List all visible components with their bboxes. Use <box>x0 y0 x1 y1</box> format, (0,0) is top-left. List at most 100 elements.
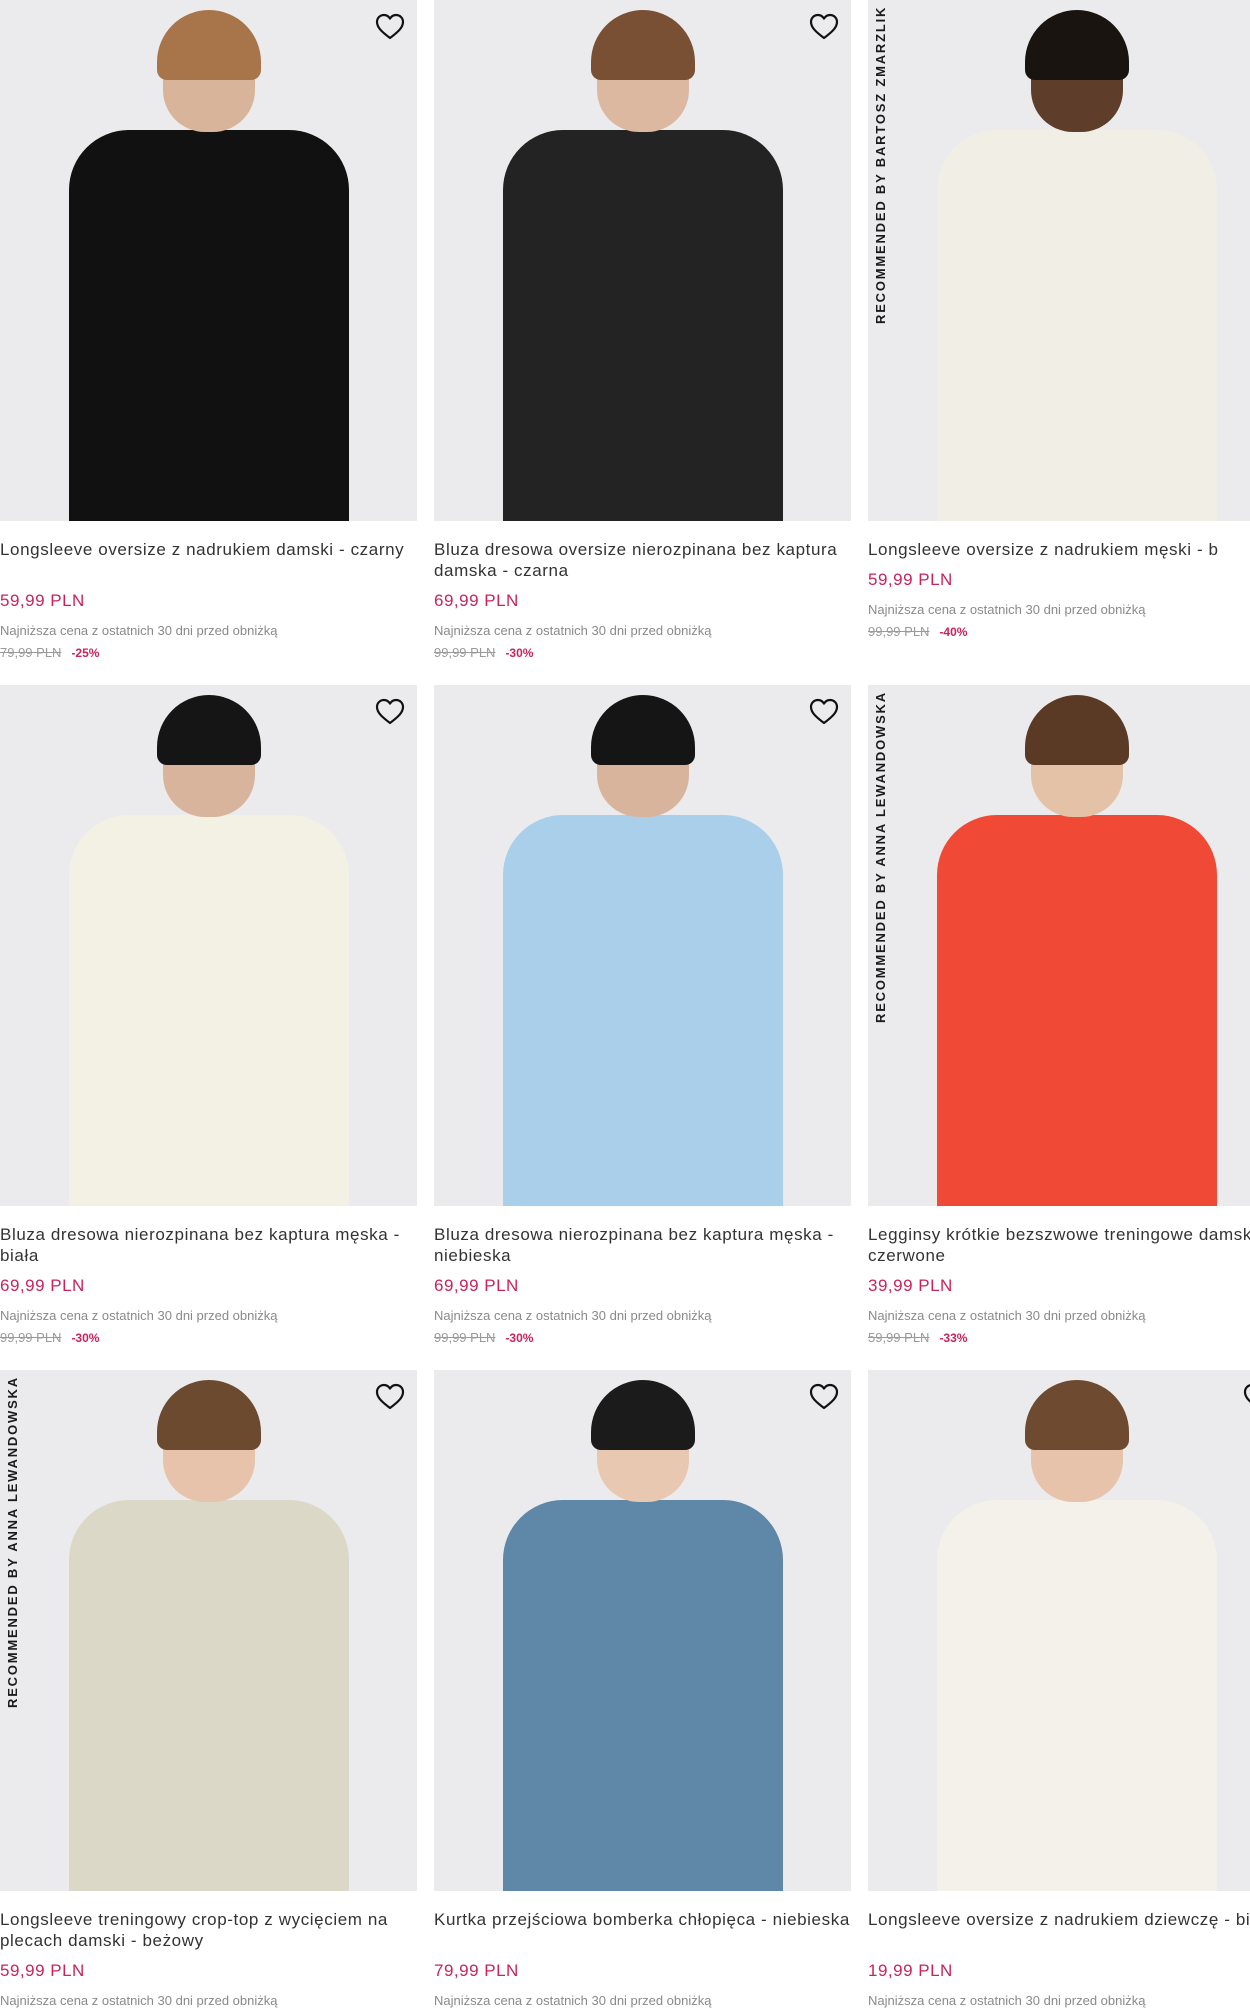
product-info: Bluza dresowa nierozpinana bez kaptura m… <box>0 1206 417 1346</box>
lowest-price-label: Najniższa cena z ostatnich 30 dni przed … <box>0 1993 278 2008</box>
recommended-badge: RECOMMENDED BY ANNA LEWANDOWSKA <box>5 1376 20 1708</box>
model-hair <box>1024 10 1129 80</box>
product-image[interactable] <box>0 685 417 1206</box>
product-name[interactable]: Longsleeve oversize z nadrukiem dziewczę… <box>868 1909 1250 1951</box>
recommended-badge: RECOMMENDED BY ANNA LEWANDOWSKA <box>873 691 888 1023</box>
product-card[interactable]: RECOMMENDED BY BARTOSZ ZMARZLIK Longslee… <box>868 0 1250 685</box>
discount-badge: -30% <box>505 646 534 660</box>
heart-icon[interactable] <box>1241 1380 1250 1414</box>
product-name[interactable]: Longsleeve oversize z nadrukiem damski -… <box>0 539 417 581</box>
product-info: Kurtka przejściowa bomberka chłopięca - … <box>434 1891 851 2014</box>
product-info: Legginsy krótkie bezszwowe treningowe da… <box>868 1206 1250 1346</box>
product-image[interactable]: RECOMMENDED BY ANNA LEWANDOWSKA <box>0 1370 417 1891</box>
product-garment <box>502 1500 783 1891</box>
lowest-price-label: Najniższa cena z ostatnich 30 dni przed … <box>0 623 278 638</box>
product-info: Longsleeve oversize z nadrukiem dziewczę… <box>868 1891 1250 2014</box>
old-price: 99,99 PLN <box>868 624 930 639</box>
heart-icon[interactable] <box>373 1380 407 1414</box>
product-garment <box>68 1500 349 1891</box>
heart-icon[interactable] <box>373 695 407 729</box>
model-hair <box>590 1380 695 1450</box>
product-card[interactable]: Bluza dresowa oversize nierozpinana bez … <box>434 0 851 685</box>
product-garment <box>68 130 349 521</box>
product-card[interactable]: Kurtka przejściowa bomberka chłopięca - … <box>434 1370 851 2014</box>
product-garment <box>502 130 783 521</box>
old-price: 99,99 PLN <box>0 1330 62 1345</box>
lowest-price-label: Najniższa cena z ostatnich 30 dni przed … <box>0 1308 278 1323</box>
product-image[interactable]: RECOMMENDED BY BARTOSZ ZMARZLIK <box>868 0 1250 521</box>
product-info: Bluza dresowa nierozpinana bez kaptura m… <box>434 1206 851 1346</box>
product-garment <box>68 815 349 1206</box>
product-image[interactable] <box>0 0 417 521</box>
product-price: 59,99 PLN <box>868 570 953 589</box>
old-price-row: 99,99 PLN -30% <box>434 1330 851 1346</box>
model-hair <box>590 695 695 765</box>
product-price: 69,99 PLN <box>434 1276 519 1295</box>
model-hair <box>1024 1380 1129 1450</box>
product-name[interactable]: Bluza dresowa oversize nierozpinana bez … <box>434 539 851 581</box>
lowest-price-label: Najniższa cena z ostatnich 30 dni przed … <box>868 1993 1146 2008</box>
discount-badge: -30% <box>71 1331 100 1345</box>
product-price: 79,99 PLN <box>434 1961 519 1980</box>
discount-badge: -25% <box>71 646 100 660</box>
heart-icon[interactable] <box>373 10 407 44</box>
product-garment <box>936 815 1217 1206</box>
product-name[interactable]: Kurtka przejściowa bomberka chłopięca - … <box>434 1909 851 1951</box>
product-name[interactable]: Longsleeve oversize z nadrukiem męski - … <box>868 539 1250 560</box>
product-info: Longsleeve oversize z nadrukiem męski - … <box>868 521 1250 640</box>
product-name[interactable]: Bluza dresowa nierozpinana bez kaptura m… <box>0 1224 417 1266</box>
product-garment <box>936 130 1217 521</box>
heart-icon[interactable] <box>807 1380 841 1414</box>
discount-badge: -33% <box>939 1331 968 1345</box>
lowest-price-label: Najniższa cena z ostatnich 30 dni przed … <box>434 1993 712 2008</box>
recommended-badge: RECOMMENDED BY BARTOSZ ZMARZLIK <box>873 6 888 325</box>
product-card[interactable]: Longsleeve oversize z nadrukiem dziewczę… <box>868 1370 1250 2014</box>
old-price-row: 59,99 PLN -33% <box>868 1330 1250 1346</box>
model-hair <box>156 1380 261 1450</box>
old-price-row: 79,99 PLN -25% <box>0 645 417 661</box>
product-image[interactable] <box>434 685 851 1206</box>
old-price: 59,99 PLN <box>868 1330 930 1345</box>
old-price-row: 99,99 PLN -30% <box>0 1330 417 1346</box>
product-card[interactable]: Longsleeve oversize z nadrukiem damski -… <box>0 0 417 685</box>
model-hair <box>1024 695 1129 765</box>
discount-badge: -30% <box>505 1331 534 1345</box>
product-name[interactable]: Longsleeve treningowy crop-top z wycięci… <box>0 1909 417 1951</box>
old-price-row: 99,99 PLN -40% <box>868 624 1250 640</box>
product-image[interactable]: RECOMMENDED BY ANNA LEWANDOWSKA <box>868 685 1250 1206</box>
lowest-price-label: Najniższa cena z ostatnich 30 dni przed … <box>434 623 712 638</box>
heart-icon[interactable] <box>807 695 841 729</box>
product-card[interactable]: RECOMMENDED BY ANNA LEWANDOWSKA Longslee… <box>0 1370 417 2014</box>
product-price: 69,99 PLN <box>0 1276 85 1295</box>
product-info: Bluza dresowa oversize nierozpinana bez … <box>434 521 851 661</box>
product-image[interactable] <box>868 1370 1250 1891</box>
model-hair <box>156 10 261 80</box>
heart-icon[interactable] <box>807 10 841 44</box>
product-grid: Longsleeve oversize z nadrukiem damski -… <box>0 0 1250 2014</box>
product-card[interactable]: Bluza dresowa nierozpinana bez kaptura m… <box>0 685 417 1370</box>
model-hair <box>156 695 261 765</box>
product-card[interactable]: Bluza dresowa nierozpinana bez kaptura m… <box>434 685 851 1370</box>
product-price: 39,99 PLN <box>868 1276 953 1295</box>
lowest-price-label: Najniższa cena z ostatnich 30 dni przed … <box>434 1308 712 1323</box>
product-price: 19,99 PLN <box>868 1961 953 1980</box>
product-name[interactable]: Legginsy krótkie bezszwowe treningowe da… <box>868 1224 1250 1266</box>
product-info: Longsleeve treningowy crop-top z wycięci… <box>0 1891 417 2014</box>
old-price-row: 99,99 PLN -30% <box>434 645 851 661</box>
product-name[interactable]: Bluza dresowa nierozpinana bez kaptura m… <box>434 1224 851 1266</box>
product-price: 59,99 PLN <box>0 1961 85 1980</box>
discount-badge: -40% <box>939 625 968 639</box>
old-price: 79,99 PLN <box>0 645 62 660</box>
lowest-price-label: Najniższa cena z ostatnich 30 dni przed … <box>868 1308 1146 1323</box>
lowest-price-label: Najniższa cena z ostatnich 30 dni przed … <box>868 602 1146 617</box>
product-garment <box>502 815 783 1206</box>
product-price: 59,99 PLN <box>0 591 85 610</box>
old-price: 99,99 PLN <box>434 645 496 660</box>
product-image[interactable] <box>434 1370 851 1891</box>
product-card[interactable]: RECOMMENDED BY ANNA LEWANDOWSKA Legginsy… <box>868 685 1250 1370</box>
product-price: 69,99 PLN <box>434 591 519 610</box>
product-garment <box>936 1500 1217 1891</box>
product-image[interactable] <box>434 0 851 521</box>
product-info: Longsleeve oversize z nadrukiem damski -… <box>0 521 417 661</box>
model-hair <box>590 10 695 80</box>
